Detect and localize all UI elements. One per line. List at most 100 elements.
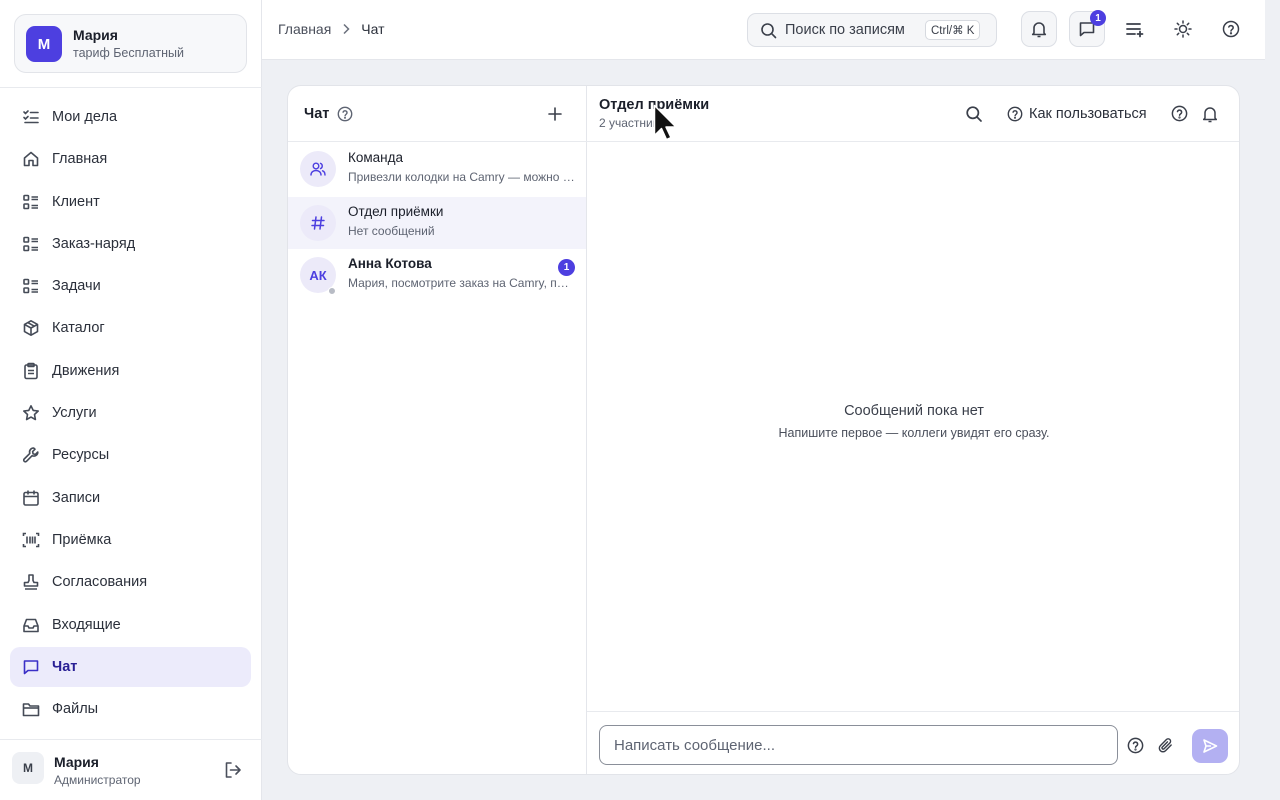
conversation-name: Отдел приёмки: [348, 204, 444, 219]
empty-state-subtitle: Напишите первое — коллеги увидят его сра…: [778, 426, 1050, 440]
conversation-list-title: Чат: [304, 106, 330, 122]
barcode-icon: [22, 532, 40, 548]
list-icon: [23, 236, 38, 252]
help-circle-icon: [1007, 106, 1023, 122]
inbox-icon: [23, 618, 39, 632]
unread-badge: 1: [558, 259, 575, 276]
top-bar: Главная Чат Поиск по записям Ctrl/⌘ K 1: [262, 0, 1265, 60]
how-to-use-button[interactable]: Как пользоваться: [1007, 103, 1147, 125]
users-icon: [310, 162, 326, 176]
sidebar-nav: Мои дела Главная Клиент Заказ-наряд Зада…: [10, 97, 251, 731]
send-icon: [1203, 739, 1218, 753]
account-avatar: М: [26, 26, 62, 62]
search-icon: [761, 22, 777, 38]
sidebar-item-label: Заказ-наряд: [52, 235, 136, 252]
sidebar-item-home[interactable]: Главная: [10, 139, 251, 179]
message-input[interactable]: [599, 725, 1118, 765]
breadcrumb-current: Чат: [361, 21, 385, 37]
sidebar-item-label: Чат: [52, 658, 78, 675]
sidebar-item-tasks[interactable]: Задачи: [10, 266, 251, 306]
clipboard-icon: [24, 362, 38, 380]
conversation-item[interactable]: АК Анна Котова 1 Мария, посмотрите заказ…: [288, 249, 586, 301]
sidebar-item-catalog[interactable]: Каталог: [10, 308, 251, 348]
account-name: Мария: [73, 27, 118, 43]
message-composer: [587, 711, 1239, 774]
sidebar-item-appointments[interactable]: Записи: [10, 478, 251, 518]
search-placeholder: Поиск по записям: [785, 22, 905, 38]
help-button[interactable]: [1213, 11, 1249, 47]
sidebar-item-label: Согласования: [52, 574, 148, 591]
sidebar-item-label: Мои дела: [52, 109, 118, 125]
help-circle-icon[interactable]: [1127, 737, 1144, 754]
divider: [0, 739, 262, 740]
list-icon: [23, 278, 38, 294]
theme-toggle-button[interactable]: [1165, 11, 1201, 47]
search-icon[interactable]: [965, 105, 983, 123]
breadcrumb: Главная Чат: [278, 21, 385, 37]
sidebar-item-label: Услуги: [52, 405, 97, 422]
avatar: [300, 205, 336, 241]
checklist-icon: [23, 110, 39, 124]
sidebar-item-intake[interactable]: Приёмка: [10, 520, 251, 560]
send-button[interactable]: [1192, 729, 1228, 763]
search-input[interactable]: Поиск по записям Ctrl/⌘ K: [747, 13, 997, 47]
chat-title[interactable]: Отдел приёмки: [599, 97, 709, 113]
notifications-button[interactable]: [1021, 11, 1057, 47]
plus-icon[interactable]: [546, 105, 564, 123]
list-add-icon: [1126, 23, 1144, 38]
conversation-list-header: Чат: [288, 86, 587, 142]
conversation-name: Команда: [348, 150, 404, 165]
how-to-use-label: Как пользоваться: [1029, 106, 1147, 122]
sidebar-item-label: Движения: [52, 362, 120, 379]
sidebar-item-resources[interactable]: Ресурсы: [10, 435, 251, 475]
sidebar-item-approvals[interactable]: Согласования: [10, 562, 251, 602]
conversation-item[interactable]: Команда Привезли колодки на Camry — можн…: [288, 143, 586, 195]
avatar: [300, 151, 336, 187]
tasks-list-button[interactable]: [1117, 11, 1153, 47]
account-plan: тариф Бесплатный: [73, 46, 184, 60]
box-icon: [23, 320, 39, 337]
sidebar-item-inbox[interactable]: Входящие: [10, 605, 251, 645]
bell-icon[interactable]: [1201, 105, 1219, 123]
user-avatar[interactable]: М: [12, 752, 44, 784]
conversation-name: Анна Котова: [348, 256, 432, 271]
sidebar-item-services[interactable]: Услуги: [10, 393, 251, 433]
sidebar-item-label: Каталог: [52, 320, 105, 337]
sidebar-item-label: Файлы: [52, 701, 99, 718]
conversation-preview: Мария, посмотрите заказ на Camry, пожалу…: [348, 276, 575, 290]
account-switcher[interactable]: М Мария тариф Бесплатный: [14, 14, 247, 73]
sidebar-item-work-order[interactable]: Заказ-наряд: [10, 224, 251, 264]
wrench-icon: [22, 447, 39, 463]
list-icon: [23, 194, 38, 209]
help-circle-icon: [1222, 20, 1240, 38]
messages-button[interactable]: 1: [1069, 10, 1106, 47]
empty-state-title: Сообщений пока нет: [844, 403, 984, 419]
logout-icon[interactable]: [222, 759, 244, 781]
breadcrumb-home[interactable]: Главная: [278, 21, 331, 37]
sidebar-item-label: Ресурсы: [52, 447, 110, 464]
paperclip-icon[interactable]: [1157, 737, 1174, 754]
help-circle-icon[interactable]: [337, 106, 353, 122]
conversation-preview: Нет сообщений: [348, 224, 435, 238]
user-role: Администратор: [54, 773, 141, 787]
search-shortcut: Ctrl/⌘ K: [925, 20, 981, 40]
chat-members-count[interactable]: 2 участника: [599, 116, 665, 130]
sidebar-item-movements[interactable]: Движения: [10, 351, 251, 391]
sidebar-item-label: Записи: [52, 489, 101, 506]
sidebar-item-label: Клиент: [52, 193, 100, 210]
sidebar: М Мария тариф Бесплатный Мои дела Главна…: [0, 0, 262, 800]
help-circle-icon[interactable]: [1171, 105, 1188, 122]
hash-icon: [311, 216, 325, 230]
sidebar-item-chat[interactable]: Чат: [10, 646, 251, 687]
sidebar-item-client[interactable]: Клиент: [10, 182, 251, 222]
presence-indicator: [328, 287, 336, 295]
sidebar-item-label: Приёмка: [52, 531, 112, 548]
chat-icon: [23, 660, 39, 675]
sidebar-item-my-tasks[interactable]: Мои дела: [10, 97, 251, 137]
sidebar-item-label: Главная: [52, 151, 108, 168]
home-icon: [23, 151, 39, 167]
calendar-icon: [23, 490, 39, 506]
stamp-icon: [23, 574, 39, 591]
conversation-item[interactable]: Отдел приёмки Нет сообщений: [288, 197, 586, 249]
sidebar-item-files[interactable]: Файлы: [10, 689, 251, 729]
